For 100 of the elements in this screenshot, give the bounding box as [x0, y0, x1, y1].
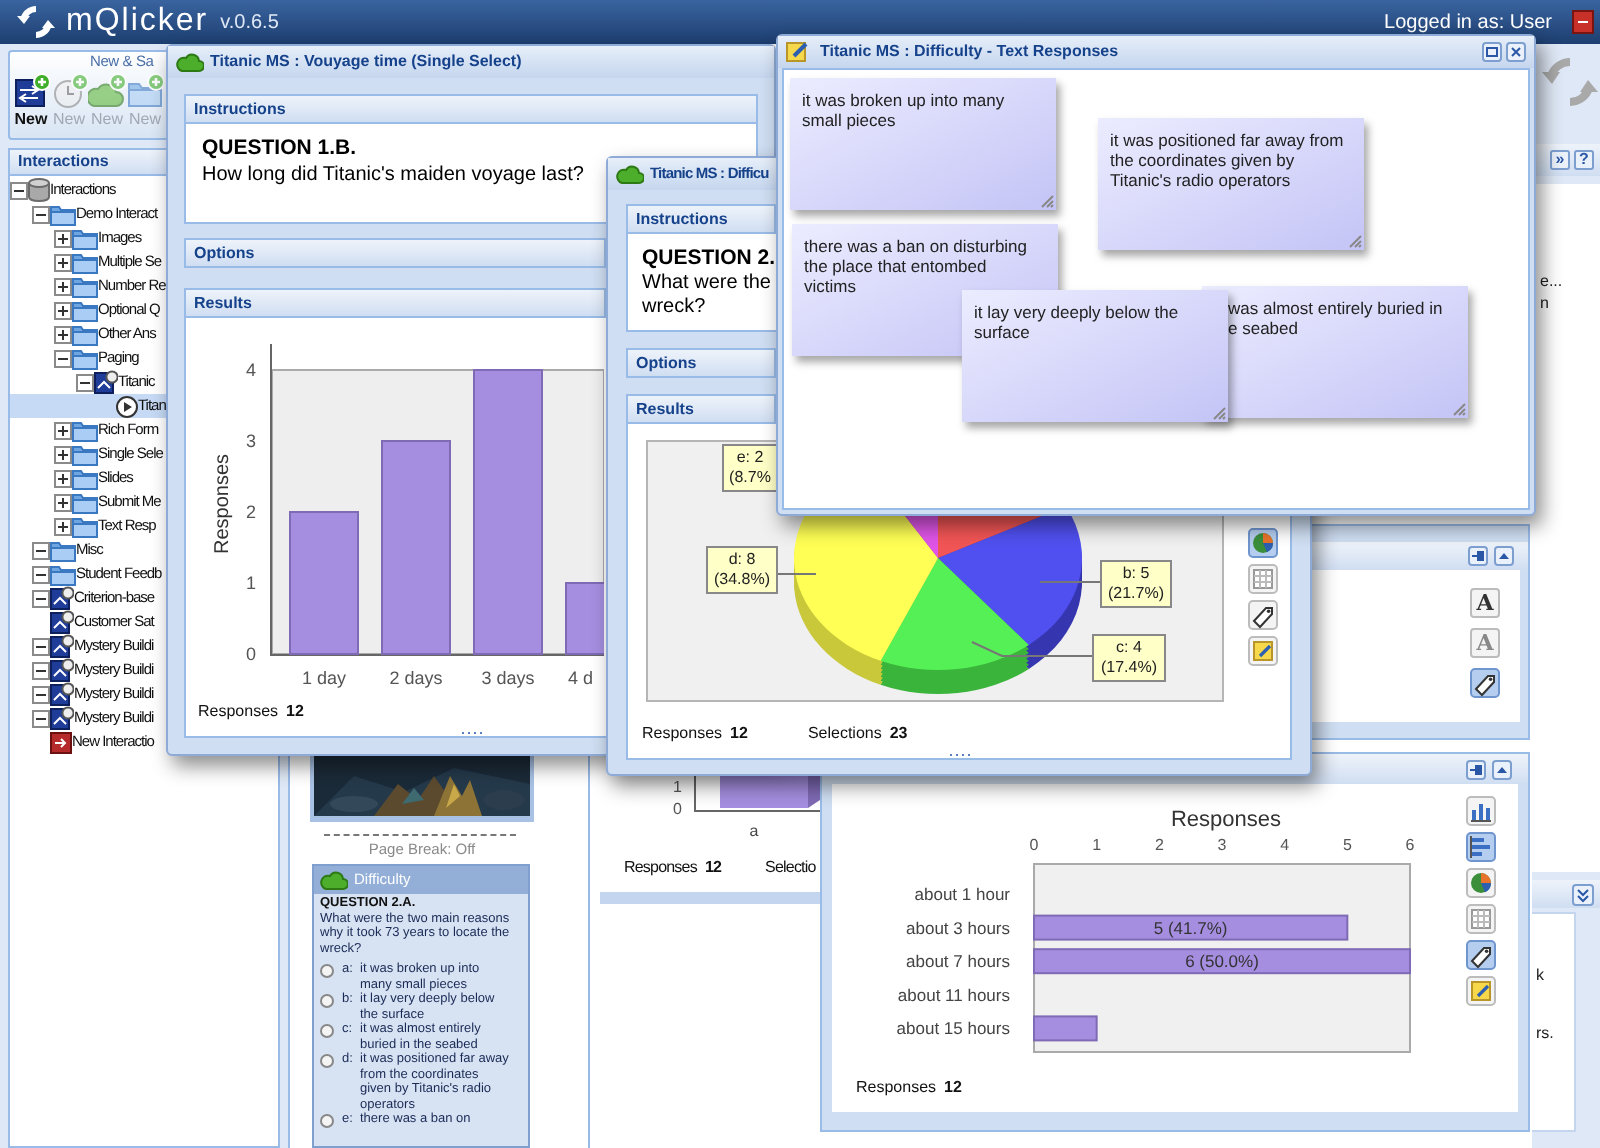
maximize-icon[interactable]: [1482, 42, 1502, 62]
pie-chart-icon[interactable]: [1466, 868, 1496, 898]
stat-value: 12: [704, 856, 722, 880]
plus-box-icon[interactable]: [54, 277, 72, 295]
checkbox[interactable]: [320, 964, 334, 978]
axis-tick-label: 4: [1280, 836, 1290, 854]
folder-icon: [72, 515, 98, 537]
plus-box-icon[interactable]: [54, 421, 72, 439]
axis-tick-label: 5: [1342, 836, 1352, 854]
add-icon: [12, 72, 50, 110]
collapse-icon[interactable]: [1492, 759, 1512, 779]
stat-label: Selectio: [765, 856, 816, 880]
axis-tick-label: 0: [673, 800, 682, 818]
header-button[interactable]: »: [1550, 150, 1570, 170]
tag-icon[interactable]: [1466, 940, 1496, 970]
user-icon[interactable]: [1572, 10, 1594, 34]
minus-box-icon[interactable]: [32, 661, 50, 679]
axis-tick-label: 6: [1405, 836, 1415, 854]
sticky-note[interactable]: it was positioned far away from the coordinates given by Titanic's radio operators: [1098, 118, 1364, 250]
axis-tick-label: 3: [1217, 836, 1227, 854]
minus-box-icon[interactable]: [32, 565, 50, 583]
category-label: 1 day: [301, 668, 347, 688]
plus-box-icon[interactable]: [54, 445, 72, 463]
sticky-note[interactable]: it was broken up into many small pieces: [790, 78, 1056, 210]
pie-chart-icon[interactable]: [1248, 528, 1278, 558]
stat-label: Responses: [624, 856, 697, 880]
checkbox[interactable]: [320, 994, 334, 1008]
resize-grip-icon[interactable]: [1212, 406, 1226, 420]
folder-icon: [72, 419, 98, 441]
logo-icon: [14, 4, 58, 40]
note-icon[interactable]: [1248, 636, 1278, 666]
sticky-note[interactable]: it lay very deeply below the surface: [962, 290, 1228, 422]
pin-icon[interactable]: [1466, 759, 1486, 779]
category-label: about 7 hours: [906, 951, 1010, 972]
note-icon[interactable]: [1466, 976, 1496, 1006]
minus-box-icon[interactable]: [32, 589, 50, 607]
pin-icon[interactable]: [1468, 546, 1488, 566]
minus-box-icon[interactable]: [32, 541, 50, 559]
plus-box-icon[interactable]: [54, 253, 72, 271]
minus-box-icon[interactable]: [10, 181, 28, 199]
note-text: was almost entirely buried in e seabed: [1228, 298, 1443, 338]
minus-box-icon[interactable]: [32, 685, 50, 703]
checkbox[interactable]: [320, 1114, 334, 1128]
plus-box-icon[interactable]: [54, 229, 72, 247]
plus-box-icon[interactable]: [54, 469, 72, 487]
plus-box-icon[interactable]: [54, 493, 72, 511]
column-chart-icon[interactable]: [1466, 796, 1496, 826]
tag-icon[interactable]: [1470, 668, 1500, 698]
leader-line: [971, 641, 1093, 657]
plus-box-icon[interactable]: [54, 301, 72, 319]
minus-box-icon[interactable]: [32, 205, 50, 223]
checkbox[interactable]: [320, 1054, 334, 1068]
axis-tick-label: 2: [1154, 836, 1164, 854]
resize-grip-icon[interactable]: [1040, 194, 1054, 208]
section-header[interactable]: Instructions: [626, 204, 776, 234]
stat-label: Responses: [642, 722, 723, 746]
checkbox[interactable]: [320, 1024, 334, 1038]
section-header[interactable]: Results: [626, 394, 776, 424]
value-label: 5 (41.7%): [1153, 917, 1228, 938]
section-header[interactable]: Results: [184, 288, 606, 318]
minus-box-icon[interactable]: [32, 637, 50, 655]
add-icon: [126, 72, 164, 110]
resize-grip[interactable]: [947, 752, 971, 758]
folder-icon: [50, 539, 76, 561]
stat-label: Responses: [856, 1076, 937, 1100]
category-label: about 3 hours: [906, 917, 1010, 938]
resize-grip-icon[interactable]: [1348, 234, 1362, 248]
header-button[interactable]: ?: [1574, 150, 1594, 170]
session-icon: [50, 610, 74, 634]
folder-icon: [72, 467, 98, 489]
sticky-note[interactable]: was almost entirely buried in e seabed: [1202, 286, 1468, 418]
minus-box-icon[interactable]: [76, 373, 94, 391]
resize-grip[interactable]: [459, 730, 483, 736]
collapse-icon[interactable]: [1494, 546, 1514, 566]
section-header[interactable]: Options: [184, 238, 606, 268]
stat-value: 12: [730, 722, 748, 746]
minus-box-icon[interactable]: [54, 349, 72, 367]
category-label: about 1 hour: [914, 884, 1010, 904]
category-label: 2 days: [389, 668, 443, 688]
resize-grip-icon[interactable]: [1452, 402, 1466, 416]
minus-box-icon[interactable]: [32, 709, 50, 727]
folder-icon: [72, 347, 98, 369]
session-icon: [50, 658, 74, 682]
stat-value: 23: [889, 722, 908, 746]
close-icon[interactable]: [1506, 42, 1526, 62]
axis-tick-label: 3: [245, 431, 256, 451]
window-title: Titanic MS : Vouyage time (Single Select): [210, 50, 522, 74]
plus-box-icon[interactable]: [54, 325, 72, 343]
leader-line: [777, 573, 817, 575]
logo-text: mQlicker: [66, 6, 209, 38]
plus-box-icon[interactable]: [54, 517, 72, 535]
tag-icon[interactable]: [1248, 600, 1278, 630]
bar-chart-icon[interactable]: [1466, 832, 1496, 862]
text-size-button[interactable]: A: [1470, 588, 1500, 618]
data-label: d: 8 (34.8%): [706, 546, 778, 594]
new-button[interactable]: New: [12, 72, 50, 130]
section-header[interactable]: Options: [626, 348, 776, 378]
section-header[interactable]: Instructions: [184, 94, 758, 124]
play-icon: [116, 395, 138, 417]
expand-icon[interactable]: [1572, 883, 1594, 905]
